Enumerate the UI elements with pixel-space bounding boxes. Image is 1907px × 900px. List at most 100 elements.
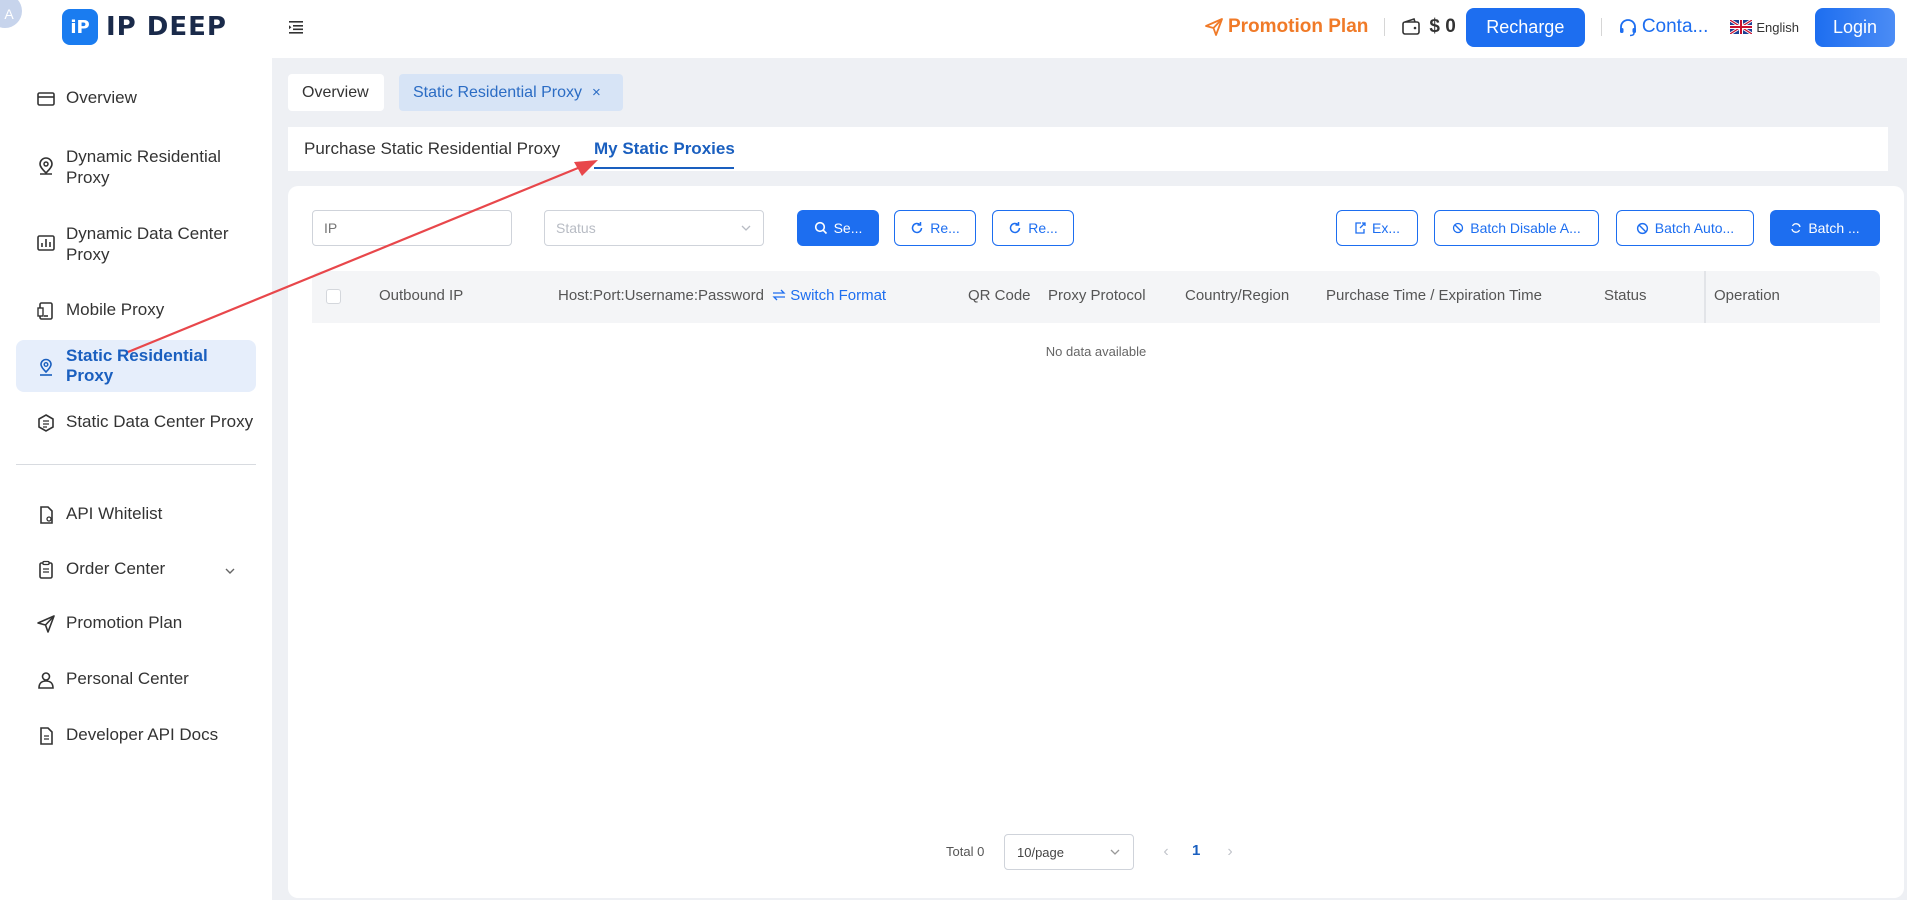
select-all-checkbox[interactable] [326, 289, 341, 304]
tab-label: Static Residential Proxy [413, 83, 582, 101]
table-header: Outbound IP Host:Port:Username:Password … [312, 271, 1880, 323]
logo-mark: iP [62, 9, 98, 45]
refresh-label: Re... [1028, 220, 1058, 236]
card-icon [37, 92, 55, 106]
sidebar-item-label: Mobile Proxy [66, 300, 165, 319]
col-purchase-time: Purchase Time / Expiration Time [1326, 287, 1542, 304]
refresh-icon [911, 222, 923, 234]
doc-icon [40, 727, 53, 745]
sidebar-item-developer-api-docs[interactable]: Developer API Docs [16, 725, 256, 746]
col-country-region: Country/Region [1185, 287, 1290, 304]
sidebar-item-order-center[interactable]: Order Center [16, 559, 256, 580]
user-icon [38, 672, 54, 689]
col-proxy-protocol: Proxy Protocol [1048, 287, 1146, 304]
sidebar-item-static-residential[interactable]: Static Residential Proxy [16, 340, 256, 392]
col-host-port: Host:Port:Username:Password Switch Forma… [558, 287, 886, 304]
switch-format-link[interactable]: Switch Format [768, 287, 886, 304]
swap-icon [772, 289, 786, 301]
empty-state: No data available [1045, 344, 1147, 359]
sidebar-item-label: Personal Center [66, 669, 189, 688]
balance-value: $ 0 [1429, 16, 1456, 37]
refresh-button[interactable]: Re... [992, 210, 1074, 246]
content-panel: Status Se... Re... Re... Ex... Batch Dis… [288, 186, 1904, 898]
ip-input[interactable] [312, 210, 512, 246]
chevron-down-icon [741, 225, 751, 231]
sidebar-item-label: Static Residential Proxy [66, 346, 208, 385]
wallet-icon [1402, 17, 1421, 35]
promotion-plan-link[interactable]: Promotion Plan [1204, 16, 1368, 38]
headset-icon [1619, 19, 1636, 37]
status-select[interactable]: Status [544, 210, 764, 246]
sidebar-item-label: Dynamic Residential Proxy [66, 147, 221, 187]
mobile-icon [37, 302, 53, 320]
sidebar-item-personal-center[interactable]: Personal Center [16, 669, 256, 690]
avatar[interactable]: A [0, 0, 22, 28]
menu-toggle-icon[interactable] [286, 17, 306, 37]
sidebar-item-label: Developer API Docs [66, 725, 219, 744]
send-icon [1205, 18, 1223, 36]
next-page-button[interactable]: › [1222, 843, 1238, 861]
tab-static-residential-proxy[interactable]: Static Residential Proxy × [399, 74, 623, 111]
divider [1600, 18, 1602, 36]
location-icon [40, 358, 52, 376]
sidebar-item-label: Dynamic Data Center Proxy [66, 224, 229, 264]
contact-link[interactable]: Conta... [1618, 16, 1708, 38]
cube-icon [38, 414, 54, 432]
reset-button[interactable]: Re... [894, 210, 976, 246]
export-icon [1355, 222, 1366, 234]
search-button[interactable]: Se... [797, 210, 879, 246]
col-outbound-ip: Outbound IP [379, 287, 464, 304]
sidebar-item-dynamic-residential[interactable]: Dynamic Residential Proxy [16, 146, 256, 188]
prev-page-button[interactable]: ‹ [1158, 843, 1174, 861]
sidebar-divider [16, 464, 256, 465]
document-icon [40, 506, 53, 524]
avatar-letter: A [4, 6, 14, 22]
batch-label: Batch ... [1808, 220, 1860, 236]
batch-auto-label: Batch Auto... [1654, 220, 1735, 236]
chevron-down-icon [1110, 849, 1120, 855]
active-tab-underline [594, 167, 734, 169]
page-size-value: 10/page [1017, 844, 1064, 860]
bar-chart-icon [37, 235, 55, 251]
chevron-down-icon[interactable] [224, 565, 236, 577]
sidebar-item-label: Overview [66, 88, 137, 107]
sidebar-item-api-whitelist[interactable]: API Whitelist [16, 504, 256, 525]
page-number-1[interactable]: 1 [1192, 842, 1200, 859]
sidebar-item-label: Static Data Center Proxy [66, 412, 254, 431]
send-icon [37, 615, 55, 633]
col-qr-code: QR Code [968, 287, 1031, 304]
col-host-label: Host:Port:Username:Password [558, 287, 764, 304]
batch-button[interactable]: Batch ... [1770, 210, 1880, 246]
page-size-select[interactable]: 10/page [1004, 834, 1134, 870]
batch-auto-button[interactable]: Batch Auto... [1616, 210, 1754, 246]
batch-disable-label: Batch Disable A... [1470, 220, 1581, 236]
auto-renew-icon [1636, 222, 1648, 234]
col-operation: Operation [1714, 287, 1780, 304]
location-pin-icon [39, 157, 53, 175]
language-switcher[interactable]: English [1730, 20, 1799, 35]
subtab-purchase[interactable]: Purchase Static Residential Proxy [304, 139, 560, 159]
col-status: Status [1604, 287, 1647, 304]
export-button[interactable]: Ex... [1336, 210, 1418, 246]
subtab-my-static-proxies[interactable]: My Static Proxies [594, 139, 735, 159]
tab-label: Overview [302, 83, 369, 101]
clipboard-icon [39, 560, 53, 579]
sidebar-item-label: API Whitelist [66, 504, 163, 523]
recharge-button[interactable]: Recharge [1465, 7, 1585, 47]
switch-format-label: Switch Format [790, 287, 887, 304]
sidebar-item-static-datacenter[interactable]: Static Data Center Proxy [16, 412, 256, 433]
close-icon[interactable]: × [592, 84, 601, 101]
sidebar-item-promotion-plan[interactable]: Promotion Plan [16, 613, 256, 634]
search-icon [814, 221, 827, 235]
sidebar-item-overview[interactable]: Overview [16, 88, 256, 109]
batch-disable-button[interactable]: Batch Disable A... [1434, 210, 1599, 246]
export-label: Ex... [1371, 220, 1400, 236]
logo[interactable]: iP IP DEEP [62, 9, 227, 45]
sidebar-item-dynamic-datacenter[interactable]: Dynamic Data Center Proxy [16, 223, 256, 265]
status-placeholder: Status [556, 220, 596, 236]
tab-overview[interactable]: Overview [288, 74, 384, 111]
promotion-label: Promotion Plan [1227, 16, 1369, 37]
login-button[interactable]: Login [1815, 7, 1895, 47]
wallet-balance: $ 0 [1401, 16, 1456, 38]
sidebar-item-mobile[interactable]: Mobile Proxy [16, 300, 256, 321]
